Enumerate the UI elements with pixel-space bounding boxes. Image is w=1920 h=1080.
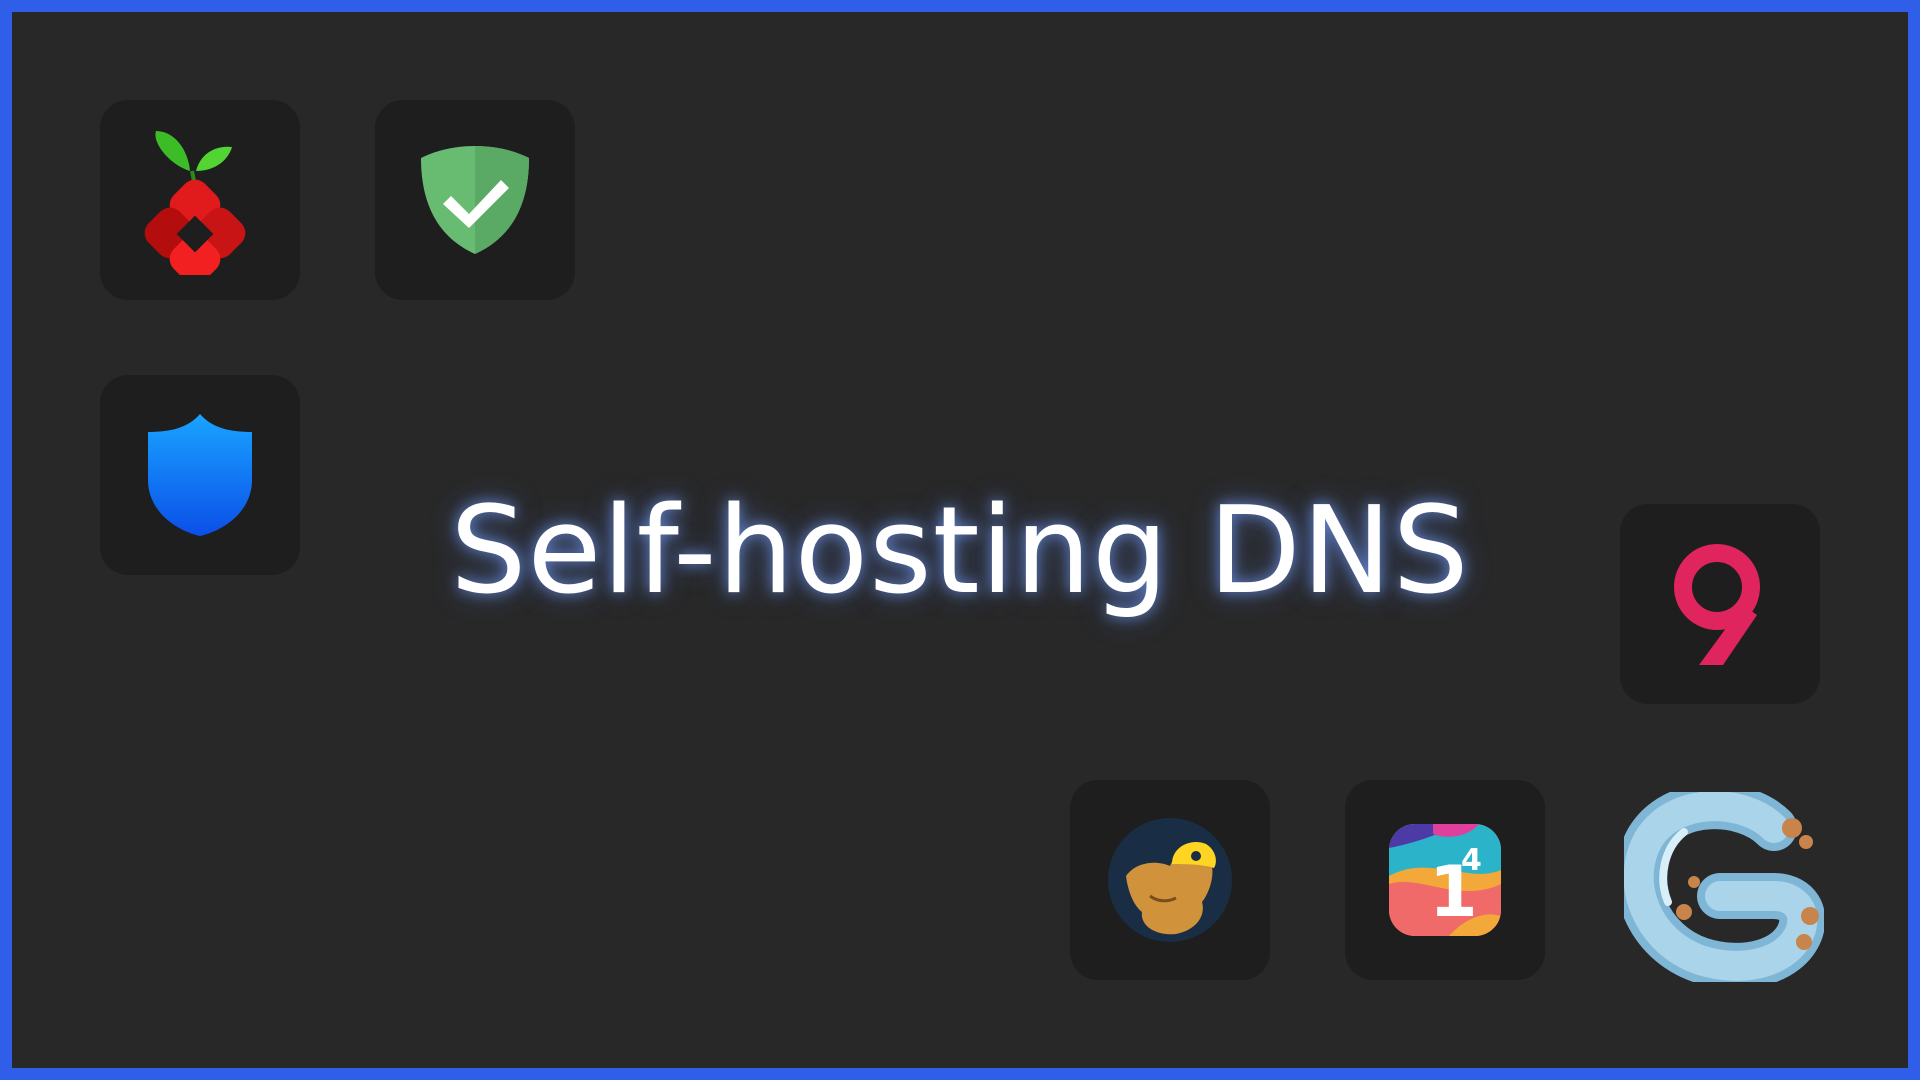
adguard-icon	[421, 146, 529, 254]
page-title: Self-hosting DNS	[450, 482, 1470, 621]
pihole-icon	[144, 131, 246, 275]
adguard-tile	[375, 100, 575, 300]
one-one-one-one-icon: 1 4	[1389, 824, 1501, 936]
mullvad-tile	[1070, 780, 1270, 980]
one-one-one-one-tile: 1 4	[1345, 780, 1545, 980]
pihole-tile	[100, 100, 300, 300]
four-glyph: 4	[1461, 843, 1482, 878]
canvas: 1 4 Self-hosting DNS	[12, 12, 1908, 1068]
coredns-snake-wrapper	[1615, 783, 1826, 989]
mullvad-mole-icon	[1108, 818, 1232, 942]
coredns-snake-icon	[1615, 783, 1826, 989]
